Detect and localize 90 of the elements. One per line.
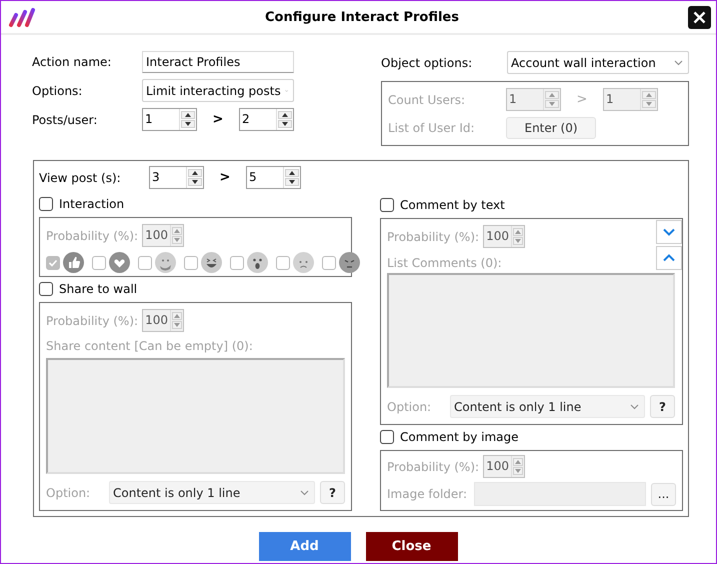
arrow-down-icon	[515, 469, 522, 473]
surprised-face-icon	[247, 252, 268, 273]
dropdown[interactable]: Limit interacting posts	[142, 79, 294, 102]
help-button[interactable]: ?	[650, 395, 675, 418]
checkbox-label: Share to wall	[59, 282, 138, 296]
range-separator: >	[218, 170, 232, 185]
text-field[interactable]: Interact Profiles	[142, 51, 294, 73]
number-field[interactable]: 1	[142, 108, 197, 131]
field-label: List of User Id:	[388, 121, 476, 135]
checkbox[interactable]	[138, 256, 152, 270]
checkbox[interactable]	[39, 196, 53, 210]
arrow-down-icon	[174, 323, 180, 327]
arrow-down-icon	[515, 239, 522, 243]
checkbox[interactable]	[92, 256, 106, 270]
arrow-up-icon	[515, 230, 522, 234]
arrow-up-icon	[289, 171, 295, 175]
path-field[interactable]	[474, 482, 646, 506]
arrow-up-icon	[646, 93, 652, 97]
arrow-down-icon	[174, 238, 180, 242]
text-area[interactable]	[46, 358, 345, 474]
checkbox[interactable]	[46, 256, 60, 270]
field-label: Probability (%):	[46, 314, 138, 328]
field-label: Options:	[32, 84, 84, 98]
field-label: Posts/user:	[32, 112, 98, 126]
field-label: Option:	[387, 400, 432, 414]
field-label: Probability (%):	[46, 228, 138, 242]
field-label: Image folder:	[387, 487, 468, 501]
arrow-up-icon	[174, 229, 180, 233]
dialog-button[interactable]: Add	[258, 532, 350, 561]
dialog-button[interactable]: Close	[366, 532, 458, 561]
arrow-down-icon	[289, 180, 295, 184]
arrow-up-icon	[174, 314, 180, 318]
browse-button[interactable]: ...	[651, 482, 676, 506]
checkbox-label: Comment by image	[400, 430, 519, 444]
number-field[interactable]: 100	[483, 225, 526, 248]
checkbox-label: Interaction	[59, 196, 124, 210]
chevron-up-icon	[663, 254, 675, 262]
checkbox[interactable]	[39, 282, 53, 296]
arrow-down-icon	[192, 180, 198, 184]
checkbox-label: Comment by text	[400, 198, 505, 212]
range-separator: >	[576, 92, 588, 107]
dropdown[interactable]: Content is only 1 line	[450, 395, 645, 418]
move-up-button[interactable]	[656, 246, 682, 270]
checkbox[interactable]	[380, 198, 394, 212]
number-field[interactable]: 100	[483, 455, 526, 478]
field-label: Count Users:	[388, 92, 466, 106]
field-label: View post (s):	[39, 170, 122, 184]
frowning-face-icon	[339, 252, 360, 273]
arrow-up-icon	[185, 113, 191, 117]
number-field[interactable]: 3	[149, 166, 204, 189]
number-field[interactable]: 5	[246, 166, 301, 189]
number-field[interactable]: 2	[239, 108, 294, 131]
window-title: Configure Interact Profiles	[264, 10, 460, 24]
arrow-down-icon	[549, 102, 555, 106]
arrow-up-icon	[192, 171, 198, 175]
help-button[interactable]: ?	[320, 481, 345, 504]
number-field[interactable]: 100	[142, 309, 184, 332]
field-label: Option:	[46, 486, 92, 500]
close-icon	[693, 10, 706, 24]
text-area[interactable]	[387, 273, 675, 388]
close-button[interactable]	[688, 6, 711, 28]
app-logo-icon	[8, 6, 36, 28]
checkbox[interactable]	[276, 256, 290, 270]
thumbs-up-icon	[63, 252, 84, 273]
field-label: Share content [Can be empty] (0):	[46, 339, 254, 353]
check-icon	[48, 258, 58, 268]
number-field[interactable]: 100	[142, 224, 184, 247]
chevron-down-icon	[663, 228, 675, 236]
field-label: List Comments (0):	[387, 256, 503, 270]
arrow-up-icon	[515, 460, 522, 464]
range-separator: >	[212, 112, 224, 127]
chevron-down-icon	[674, 60, 683, 66]
checkbox[interactable]	[322, 256, 336, 270]
field-label: Probability (%):	[387, 230, 480, 244]
arrow-down-icon	[185, 122, 191, 126]
laughing-face-icon	[201, 252, 222, 273]
arrow-up-icon	[549, 93, 555, 97]
arrow-up-icon	[282, 113, 288, 117]
arrow-down-icon	[282, 122, 288, 126]
field-label: Action name:	[32, 55, 112, 69]
checkbox[interactable]	[184, 256, 198, 270]
arrow-down-icon	[646, 102, 652, 106]
chevron-down-icon	[300, 490, 309, 496]
field-label: Object options:	[381, 56, 474, 70]
field-label: Probability (%):	[387, 460, 480, 474]
dropdown[interactable]: Content is only 1 line	[109, 481, 315, 504]
chevron-down-icon	[630, 404, 639, 410]
move-down-button[interactable]	[656, 220, 682, 244]
checkbox[interactable]	[380, 430, 394, 444]
checkbox[interactable]	[230, 256, 244, 270]
